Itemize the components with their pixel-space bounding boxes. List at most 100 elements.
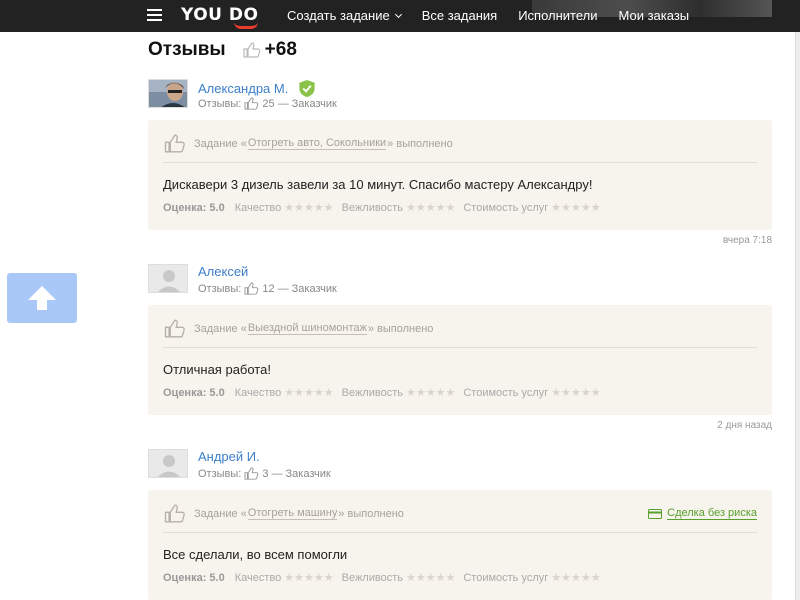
quality-stars: ★ ★ ★ ★ ★ <box>284 386 334 399</box>
quality-label: Качество <box>234 387 282 399</box>
price-stars: ★ ★ ★ ★ ★ <box>551 386 600 399</box>
task-prefix: Задание « <box>194 322 247 335</box>
task-link[interactable]: Выездной шиномонтаж <box>247 322 367 335</box>
reviewer-role: — Заказчик <box>277 97 337 110</box>
rating-row: Оценка: 5.0 Качество ★ ★ ★ ★ ★ Вежливость ★ ★… <box>163 202 609 214</box>
star-icon: ★ <box>551 386 562 399</box>
page-title: Отзывы +68 <box>148 39 297 61</box>
nav-performers[interactable]: Исполнители <box>518 8 597 23</box>
price-label: Стоимость услуг <box>463 202 549 214</box>
main-nav: Создать задание Все задания Исполнители … <box>287 8 710 23</box>
star-icon: ★ <box>580 386 591 399</box>
review-text: Все сделали, во всем помогли <box>163 547 348 562</box>
star-icon: ★ <box>590 201 601 214</box>
politeness-stars: ★ ★ ★ ★ ★ <box>405 386 456 399</box>
price-label: Стоимость услуг <box>463 387 549 399</box>
star-icon: ★ <box>561 571 572 584</box>
quality-label: Качество <box>234 202 282 214</box>
star-icon: ★ <box>561 201 572 214</box>
star-icon: ★ <box>415 386 426 399</box>
thumbs-up-icon <box>164 504 185 523</box>
thumbs-up-icon <box>244 467 259 480</box>
star-icon: ★ <box>445 386 456 399</box>
star-icon: ★ <box>294 201 304 214</box>
review-card: Задание « Выездной шиномонтаж » выполнен… <box>148 305 772 415</box>
task-link[interactable]: Отогреть машину <box>247 507 338 520</box>
scroll-to-top-button[interactable] <box>7 273 77 323</box>
task-suffix: » выполнено <box>338 507 404 520</box>
reviewer-name[interactable]: Андрей И. <box>198 449 260 464</box>
star-icon: ★ <box>323 386 334 399</box>
star-icon: ★ <box>445 571 456 584</box>
star-icon: ★ <box>571 571 581 584</box>
star-icon: ★ <box>435 386 446 399</box>
politeness-label: Вежливость <box>341 572 403 584</box>
reviewer-role: — Заказчик <box>277 282 337 295</box>
reviewer-meta: Отзывы: 3 — Заказчик <box>198 467 331 480</box>
divider <box>163 347 757 348</box>
reviewer-name-text: Алексей <box>198 264 249 279</box>
divider <box>163 162 757 163</box>
review-timestamp: 2 дня назад <box>717 420 772 431</box>
safe-deal-link[interactable]: Сделка без риска <box>648 507 757 520</box>
logo-smile <box>234 22 258 29</box>
star-icon: ★ <box>284 201 295 214</box>
youdo-logo[interactable]: YOU DO <box>181 5 265 29</box>
star-icon: ★ <box>571 386 581 399</box>
star-icon: ★ <box>303 571 314 584</box>
thumbs-up-icon <box>243 42 261 58</box>
task-line: Задание « Отогреть авто, Сокольники » вы… <box>163 134 757 153</box>
reviewer-meta: Отзывы: 25 — Заказчик <box>198 97 337 110</box>
price-stars: ★ ★ ★ ★ ★ <box>551 201 601 214</box>
reviewer-reviews-label: Отзывы: <box>198 282 242 295</box>
nav-create-task[interactable]: Создать задание <box>287 8 402 23</box>
nav-all-tasks[interactable]: Все задания <box>422 8 498 23</box>
star-icon: ★ <box>580 571 591 584</box>
menu-icon[interactable] <box>147 9 162 21</box>
task-line: Задание « Выездной шиномонтаж » выполнен… <box>163 319 757 338</box>
review-text: Отличная работа! <box>163 362 271 377</box>
reviewer-reviews-label: Отзывы: <box>198 97 242 110</box>
star-icon: ★ <box>435 201 446 214</box>
reviewer-likes: 12 <box>262 282 275 295</box>
task-prefix: Задание « <box>194 137 247 150</box>
politeness-label: Вежливость <box>341 202 403 214</box>
star-icon: ★ <box>405 386 416 399</box>
star-icon: ★ <box>294 386 304 399</box>
avatar[interactable] <box>148 79 188 108</box>
avatar[interactable] <box>148 449 188 478</box>
total-rating: +68 <box>264 39 297 60</box>
nav-my-orders[interactable]: Мои заказы <box>619 8 690 23</box>
star-icon: ★ <box>294 571 304 584</box>
avatar[interactable] <box>148 264 188 293</box>
review-timestamp: вчера 7:18 <box>723 235 772 246</box>
reviewer-reviews-label: Отзывы: <box>198 467 242 480</box>
quality-stars: ★ ★ ★ ★ ★ <box>284 201 333 214</box>
task-link[interactable]: Отогреть авто, Сокольники <box>247 137 387 150</box>
rating-row: Оценка: 5.0 Качество ★ ★ ★ ★ ★ Вежливость ★ ★… <box>163 572 609 584</box>
star-icon: ★ <box>313 201 324 214</box>
star-icon: ★ <box>405 571 416 584</box>
star-icon: ★ <box>303 386 314 399</box>
star-icon: ★ <box>405 201 416 214</box>
star-icon: ★ <box>445 201 456 214</box>
politeness-stars: ★ ★ ★ ★ ★ <box>405 571 456 584</box>
reviewer-likes: 3 <box>262 467 269 480</box>
politeness-stars: ★ ★ ★ ★ ★ <box>405 201 456 214</box>
reviewer-name[interactable]: Александра М. <box>198 79 317 98</box>
reviewer-role: — Заказчик <box>271 467 331 480</box>
task-line: Задание « Отогреть машину » выполнено Сд… <box>163 504 757 523</box>
star-icon: ★ <box>415 201 426 214</box>
arrow-up-icon <box>28 286 56 310</box>
star-icon: ★ <box>425 201 436 214</box>
chevron-down-icon <box>394 10 402 19</box>
star-icon: ★ <box>435 571 446 584</box>
safe-deal-text: Сделка без риска <box>667 507 757 520</box>
reviewer-name[interactable]: Алексей <box>198 264 248 279</box>
task-suffix: » выполнено <box>387 137 453 150</box>
star-icon: ★ <box>551 201 562 214</box>
thumbs-up-icon <box>164 134 185 153</box>
thumbs-up-icon <box>164 319 185 338</box>
top-navigation-bar: YOU DO Создать задание Все задания Испол… <box>0 0 800 32</box>
task-suffix: » выполнено <box>367 322 434 335</box>
